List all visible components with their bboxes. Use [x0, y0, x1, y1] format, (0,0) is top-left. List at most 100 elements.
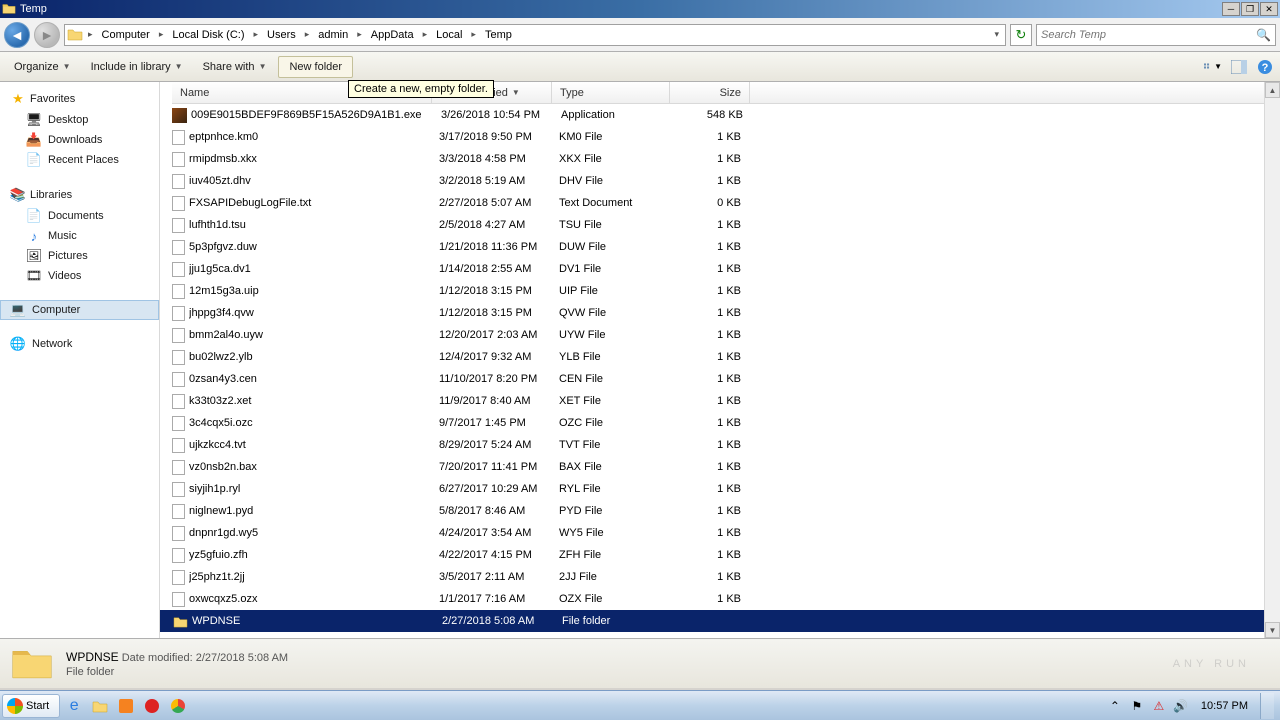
include-label: Include in library: [91, 61, 171, 73]
tray-expand-icon[interactable]: ⌃: [1107, 698, 1123, 714]
file-name: jhppg3f4.qvw: [189, 307, 431, 319]
help-button[interactable]: ?: [1256, 58, 1274, 76]
file-name: niglnew1.pyd: [189, 505, 431, 517]
nav-network[interactable]: 🌐Network: [0, 334, 159, 354]
taskbar-ie[interactable]: e: [62, 694, 86, 718]
tray-network-icon[interactable]: ⚠: [1151, 698, 1167, 714]
address-breadcrumb[interactable]: ▸ Computer ▸ Local Disk (C:) ▸ Users ▸ a…: [64, 24, 1006, 46]
file-row[interactable]: WPDNSE2/27/2018 5:08 AMFile folder: [160, 610, 1280, 632]
file-size: 1 KB: [669, 593, 749, 605]
file-row[interactable]: yz5gfuio.zfh4/22/2017 4:15 PMZFH File1 K…: [160, 544, 1280, 566]
navigation-pane: ★ Favorites 🖥Desktop 📥Downloads 📄Recent …: [0, 82, 160, 638]
file-row[interactable]: 3c4cqx5i.ozc9/7/2017 1:45 PMOZC File1 KB: [160, 412, 1280, 434]
file-row[interactable]: rmipdmsb.xkx3/3/2018 4:58 PMXKX File1 KB: [160, 148, 1280, 170]
refresh-button[interactable]: ↻: [1010, 24, 1032, 46]
file-row[interactable]: oxwcqxz5.ozx1/1/2017 7:16 AMOZX File1 KB: [160, 588, 1280, 610]
breadcrumb-item[interactable]: AppData: [367, 27, 418, 43]
chevron-right-icon[interactable]: ▸: [85, 29, 96, 40]
nav-downloads[interactable]: 📥Downloads: [0, 130, 159, 150]
application-icon: [172, 108, 187, 123]
chevron-right-icon[interactable]: ▸: [468, 29, 479, 40]
file-row[interactable]: ujkzkcc4.tvt8/29/2017 5:24 AMTVT File1 K…: [160, 434, 1280, 456]
file-row[interactable]: k33t03z2.xet11/9/2017 8:40 AMXET File1 K…: [160, 390, 1280, 412]
preview-pane-button[interactable]: [1230, 58, 1248, 76]
nav-recent-places[interactable]: 📄Recent Places: [0, 150, 159, 170]
breadcrumb-dropdown[interactable]: ▾: [990, 29, 1003, 40]
file-date: 2/27/2018 5:07 AM: [431, 197, 551, 209]
file-name: dnpnr1gd.wy5: [189, 527, 431, 539]
nav-documents[interactable]: 📄Documents: [0, 206, 159, 226]
file-row[interactable]: dnpnr1gd.wy54/24/2017 3:54 AMWY5 File1 K…: [160, 522, 1280, 544]
share-with-button[interactable]: Share with▼: [195, 57, 275, 77]
file-row[interactable]: 0zsan4y3.cen11/10/2017 8:20 PMCEN File1 …: [160, 368, 1280, 390]
tray-flag-icon[interactable]: ⚑: [1129, 698, 1145, 714]
breadcrumb-item[interactable]: Users: [263, 27, 300, 43]
organize-button[interactable]: Organize▼: [6, 57, 79, 77]
file-row[interactable]: 009E9015BDEF9F869B5F15A526D9A1B1.exe3/26…: [160, 104, 1280, 126]
include-in-library-button[interactable]: Include in library▼: [83, 57, 191, 77]
search-icon[interactable]: 🔍: [1256, 28, 1271, 42]
column-type[interactable]: Type: [552, 82, 670, 103]
scroll-up-button[interactable]: ▲: [1265, 82, 1280, 98]
chevron-right-icon[interactable]: ▸: [420, 29, 431, 40]
view-options-button[interactable]: ▼: [1204, 58, 1222, 76]
file-row[interactable]: j25phz1t.2jj3/5/2017 2:11 AM2JJ File1 KB: [160, 566, 1280, 588]
chevron-right-icon[interactable]: ▸: [354, 29, 365, 40]
back-button[interactable]: ◄: [4, 22, 30, 48]
file-date: 4/24/2017 3:54 AM: [431, 527, 551, 539]
file-row[interactable]: jhppg3f4.qvw1/12/2018 3:15 PMQVW File1 K…: [160, 302, 1280, 324]
close-button[interactable]: ✕: [1260, 2, 1278, 16]
chevron-right-icon[interactable]: ▸: [302, 29, 313, 40]
file-row[interactable]: 12m15g3a.uip1/12/2018 3:15 PMUIP File1 K…: [160, 280, 1280, 302]
nav-music[interactable]: ♪Music: [0, 226, 159, 246]
file-row[interactable]: iuv405zt.dhv3/2/2018 5:19 AMDHV File1 KB: [160, 170, 1280, 192]
file-row[interactable]: siyjih1p.ryl6/27/2017 10:29 AMRYL File1 …: [160, 478, 1280, 500]
nav-desktop[interactable]: 🖥Desktop: [0, 110, 159, 130]
file-type: KM0 File: [551, 131, 669, 143]
search-box[interactable]: 🔍: [1036, 24, 1276, 46]
libraries-header[interactable]: 📚 Libraries: [0, 184, 159, 206]
nav-videos[interactable]: 🎞Videos: [0, 266, 159, 286]
file-row[interactable]: vz0nsb2n.bax7/20/2017 11:41 PMBAX File1 …: [160, 456, 1280, 478]
file-row[interactable]: lufhth1d.tsu2/5/2018 4:27 AMTSU File1 KB: [160, 214, 1280, 236]
file-row[interactable]: FXSAPIDebugLogFile.txt2/27/2018 5:07 AMT…: [160, 192, 1280, 214]
taskbar-clock[interactable]: 10:57 PM: [1195, 700, 1254, 712]
show-desktop-button[interactable]: [1260, 693, 1274, 719]
breadcrumb-item[interactable]: Local: [432, 27, 466, 43]
file-size: 1 KB: [669, 307, 749, 319]
breadcrumb-item[interactable]: Temp: [481, 27, 516, 43]
vertical-scrollbar[interactable]: ▲ ▼: [1264, 82, 1280, 638]
file-size: 1 KB: [669, 219, 749, 231]
breadcrumb-item[interactable]: Computer: [98, 27, 154, 43]
forward-button[interactable]: ►: [34, 22, 60, 48]
file-row[interactable]: niglnew1.pyd5/8/2017 8:46 AMPYD File1 KB: [160, 500, 1280, 522]
file-row[interactable]: bu02lwz2.ylb12/4/2017 9:32 AMYLB File1 K…: [160, 346, 1280, 368]
favorites-header[interactable]: ★ Favorites: [0, 88, 159, 110]
nav-computer[interactable]: 💻Computer: [0, 300, 159, 320]
maximize-button[interactable]: ❐: [1241, 2, 1259, 16]
file-row[interactable]: 5p3pfgvz.duw1/21/2018 11:36 PMDUW File1 …: [160, 236, 1280, 258]
chevron-right-icon[interactable]: ▸: [156, 29, 167, 40]
column-size[interactable]: Size: [670, 82, 750, 103]
new-folder-button[interactable]: New folder: [278, 56, 353, 78]
scroll-down-button[interactable]: ▼: [1265, 622, 1280, 638]
chevron-right-icon[interactable]: ▸: [250, 29, 261, 40]
file-size: 1 KB: [669, 285, 749, 297]
file-date: 6/27/2017 10:29 AM: [431, 483, 551, 495]
minimize-button[interactable]: ─: [1222, 2, 1240, 16]
taskbar-chrome[interactable]: [166, 694, 190, 718]
tray-volume-icon[interactable]: 🔊: [1173, 698, 1189, 714]
taskbar-app-red[interactable]: [140, 694, 164, 718]
file-row[interactable]: eptpnhce.km03/17/2018 9:50 PMKM0 File1 K…: [160, 126, 1280, 148]
search-input[interactable]: [1041, 29, 1256, 41]
start-button[interactable]: Start: [2, 694, 60, 718]
file-row[interactable]: jju1g5ca.dv11/14/2018 2:55 AMDV1 File1 K…: [160, 258, 1280, 280]
videos-icon: 🎞: [26, 268, 42, 284]
nav-pictures[interactable]: 🖼Pictures: [0, 246, 159, 266]
breadcrumb-item[interactable]: Local Disk (C:): [168, 27, 248, 43]
file-row[interactable]: bmm2al4o.uyw12/20/2017 2:03 AMUYW File1 …: [160, 324, 1280, 346]
taskbar-app-orange[interactable]: [114, 694, 138, 718]
breadcrumb-item[interactable]: admin: [314, 27, 352, 43]
file-icon: [172, 196, 185, 211]
taskbar-explorer[interactable]: [88, 694, 112, 718]
